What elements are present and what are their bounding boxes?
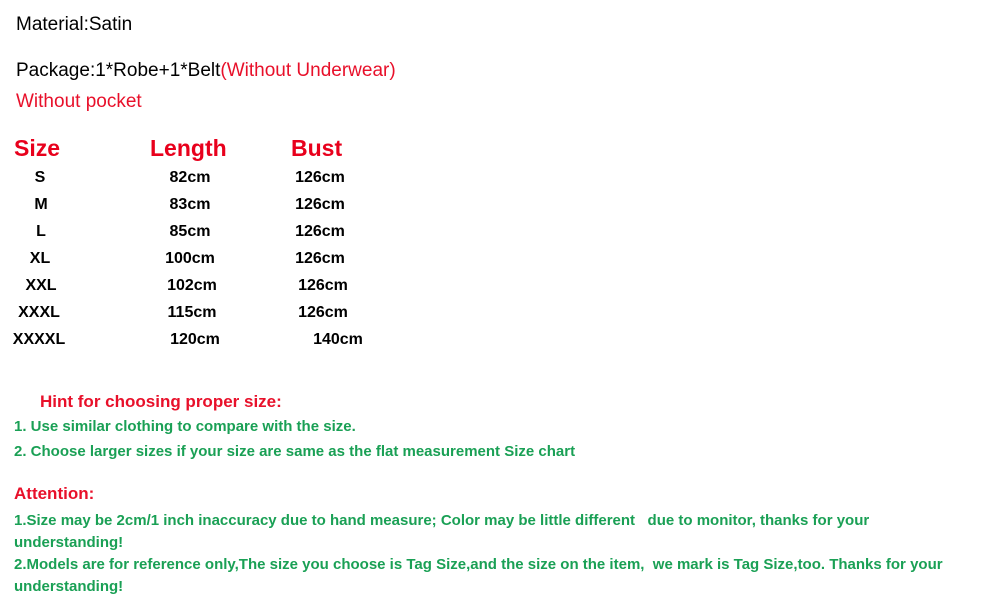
attention-title: Attention: <box>14 484 95 503</box>
cell-bust: 126cm <box>295 250 345 267</box>
hint-item-2: 2. Choose larger sizes if your size are … <box>14 443 576 460</box>
table-row: L 85cm 126cm <box>0 223 420 250</box>
attention-item-1: 1.Size may be 2cm/1 inch inaccuracy due … <box>14 512 874 551</box>
cell-length: 83cm <box>169 196 211 213</box>
cell-size: M <box>34 196 48 213</box>
without-pocket-note: Without pocket <box>16 91 142 112</box>
table-row: S 82cm 126cm <box>0 169 420 196</box>
column-header-length: Length <box>150 135 227 161</box>
cell-length: 102cm <box>167 277 217 294</box>
package-note: (Without Underwear) <box>220 60 396 81</box>
package-label: Package:1*Robe+1*Belt <box>16 60 221 81</box>
material-line: Material:Satin <box>16 14 133 35</box>
size-chart-page: Material:Satin Package:1*Robe+1*Belt(Wit… <box>0 0 984 616</box>
cell-bust: 126cm <box>298 304 348 321</box>
cell-length: 85cm <box>169 223 211 240</box>
table-row: XXXXL 120cm 140cm <box>0 331 420 358</box>
hint-title: Hint for choosing proper size: <box>40 392 282 411</box>
cell-size: XL <box>29 250 51 267</box>
cell-length: 82cm <box>169 169 211 186</box>
cell-bust: 140cm <box>313 331 363 348</box>
cell-length: 115cm <box>167 304 217 321</box>
cell-size: L <box>36 223 46 240</box>
cell-bust: 126cm <box>295 223 345 240</box>
attention-item-2: 2.Models are for reference only,The size… <box>14 556 947 595</box>
size-chart-table: Size Length Bust S 82cm 126cm M 83cm 126… <box>0 135 420 358</box>
package-line: Package:1*Robe+1*Belt(Without Underwear) <box>16 60 396 82</box>
column-header-bust: Bust <box>291 135 343 161</box>
table-row: M 83cm 126cm <box>0 196 420 223</box>
cell-bust: 126cm <box>295 196 345 213</box>
cell-length: 120cm <box>170 331 220 348</box>
cell-bust: 126cm <box>298 277 348 294</box>
hint-item-1: 1. Use similar clothing to compare with … <box>14 418 356 435</box>
column-header-size: Size <box>14 135 61 161</box>
table-row: XXXL 115cm 126cm <box>0 304 420 331</box>
cell-size: XXXL <box>18 304 60 321</box>
cell-bust: 126cm <box>295 169 345 186</box>
cell-size: XXXXL <box>12 331 66 348</box>
table-row: XL 100cm 126cm <box>0 250 420 277</box>
table-row: XXL 102cm 126cm <box>0 277 420 304</box>
cell-size: S <box>34 169 46 186</box>
table-header-row: Size Length Bust <box>0 135 420 169</box>
cell-size: XXL <box>25 277 57 294</box>
cell-length: 100cm <box>165 250 215 267</box>
